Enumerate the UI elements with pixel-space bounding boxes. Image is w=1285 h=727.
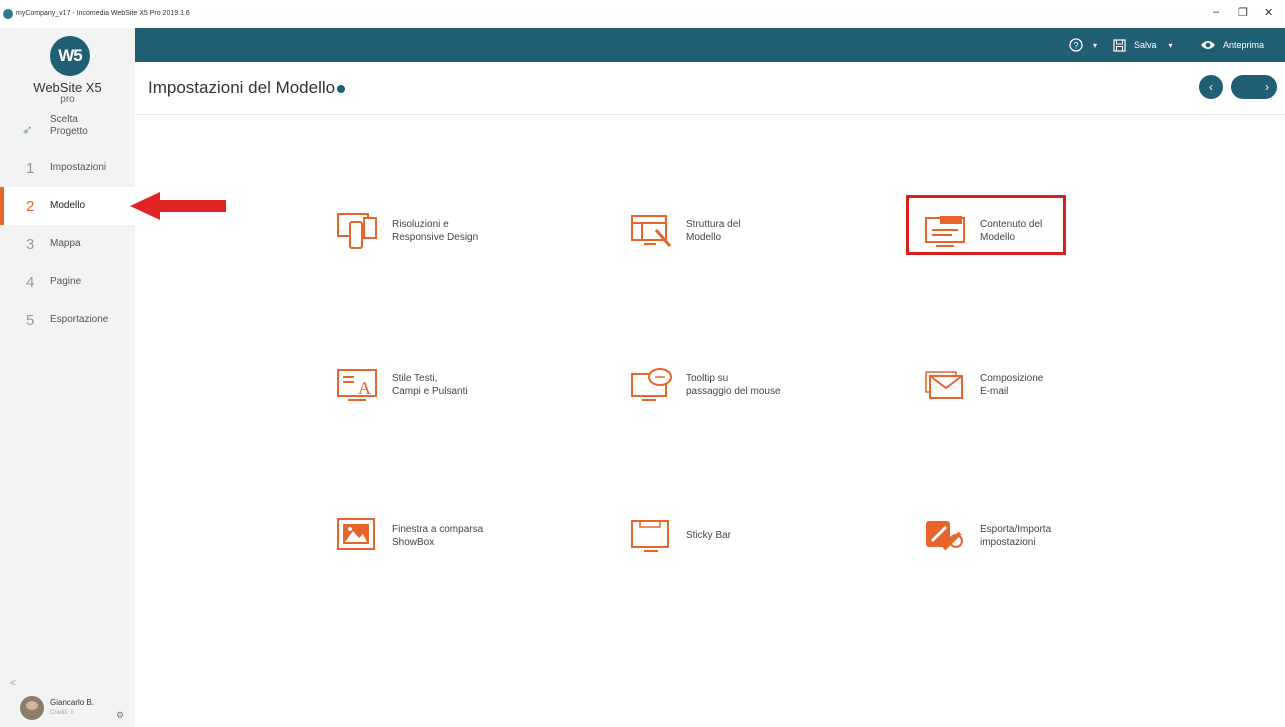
window-titlebar: myCompany_v17 - Incomedia WebSite X5 Pro… bbox=[0, 0, 1285, 28]
tile-stile-testi[interactable]: A Stile Testi, Campi e Pulsanti bbox=[336, 362, 546, 412]
tile-label: Composizione E-mail bbox=[980, 373, 1044, 397]
showbox-icon bbox=[337, 518, 375, 550]
sidebar: W5 WebSite X5 pro ➶ Scelta Progetto 1 Im… bbox=[0, 28, 135, 727]
tile-risoluzioni[interactable]: Risoluzioni e Responsive Design bbox=[336, 208, 546, 258]
sidebar-item-esportazione[interactable]: 5 Esportazione bbox=[0, 301, 135, 339]
tooltip-icon bbox=[631, 368, 672, 401]
avatar[interactable] bbox=[20, 696, 44, 720]
sidebar-item-label: Mappa bbox=[50, 238, 81, 249]
annotation-arrow-icon bbox=[130, 192, 226, 220]
tile-label: Tooltip su passaggio del mouse bbox=[686, 373, 781, 397]
tile-label: Stile Testi, Campi e Pulsanti bbox=[392, 373, 468, 397]
user-panel[interactable]: Giancarlo B. Crediti: 0 ⚙ bbox=[0, 692, 135, 727]
sidebar-item-impostazioni[interactable]: 1 Impostazioni bbox=[0, 149, 135, 187]
logo-edition: pro bbox=[60, 94, 75, 105]
sidebar-item-modello[interactable]: 2 Modello bbox=[0, 187, 135, 225]
gear-icon[interactable]: ⚙ bbox=[116, 710, 124, 721]
preview-label: Anteprima bbox=[1223, 40, 1265, 50]
page-header: Impostazioni del Modello ‹ › bbox=[135, 62, 1285, 115]
tile-showbox[interactable]: Finestra a comparsa ShowBox bbox=[336, 513, 546, 563]
next-button[interactable]: › bbox=[1231, 75, 1277, 99]
responsive-icon bbox=[337, 213, 377, 249]
sidebar-item-label: Esportazione bbox=[50, 314, 109, 325]
save-button[interactable]: Salva ▾ bbox=[1113, 28, 1173, 62]
rocket-icon: ➶ bbox=[22, 122, 33, 137]
help-icon: ? bbox=[1069, 38, 1083, 52]
chevron-left-icon: ‹ bbox=[1209, 80, 1213, 94]
tile-composizione-email[interactable]: Composizione E-mail bbox=[924, 362, 1134, 412]
highlight-annotation bbox=[906, 195, 1066, 255]
chevron-right-icon: › bbox=[1265, 80, 1269, 94]
sidebar-item-pagine[interactable]: 4 Pagine bbox=[0, 263, 135, 301]
chevron-down-icon[interactable]: ▾ bbox=[1169, 41, 1173, 50]
tile-label: Finestra a comparsa ShowBox bbox=[392, 524, 484, 548]
sidebar-item-label: Scelta Progetto bbox=[50, 114, 88, 137]
save-label: Salva bbox=[1134, 40, 1157, 50]
info-icon[interactable] bbox=[337, 85, 345, 93]
sidebar-item-mappa[interactable]: 3 Mappa bbox=[0, 225, 135, 263]
collapse-sidebar-button[interactable]: < bbox=[10, 678, 16, 689]
user-credits: Crediti: 0 bbox=[50, 710, 75, 716]
top-toolbar: ? ▾ Salva ▾ Anteprima bbox=[135, 28, 1285, 62]
tile-tooltip[interactable]: Tooltip su passaggio del mouse bbox=[630, 362, 840, 412]
tile-label: Esporta/Importa impostazioni bbox=[980, 524, 1052, 548]
sidebar-item-label: Impostazioni bbox=[50, 162, 107, 173]
chevron-down-icon: ▾ bbox=[1093, 40, 1098, 50]
tile-label: Sticky Bar bbox=[686, 530, 732, 541]
save-icon bbox=[1113, 38, 1126, 52]
email-icon bbox=[925, 371, 963, 399]
app-icon bbox=[3, 9, 13, 19]
previous-button[interactable]: ‹ bbox=[1199, 75, 1223, 99]
sidebar-item-label: Pagine bbox=[50, 276, 82, 287]
preview-button[interactable]: Anteprima bbox=[1200, 28, 1264, 62]
step-number: 5 bbox=[26, 312, 35, 329]
restore-button[interactable]: ❐ bbox=[1238, 6, 1248, 19]
user-name: Giancarlo B. bbox=[50, 698, 95, 707]
tile-label: Struttura del Modello bbox=[686, 219, 741, 243]
step-number: 2 bbox=[26, 198, 35, 215]
sticky-bar-icon bbox=[631, 520, 669, 552]
step-number: 1 bbox=[26, 160, 35, 177]
step-number: 3 bbox=[26, 236, 35, 253]
step-number: 4 bbox=[26, 274, 35, 291]
page-title: Impostazioni del Modello bbox=[148, 78, 336, 97]
svg-text:A: A bbox=[358, 378, 371, 398]
app-logo: W5 bbox=[50, 36, 90, 76]
window-title: myCompany_v17 - Incomedia WebSite X5 Pro… bbox=[16, 10, 190, 17]
tile-struttura[interactable]: Struttura del Modello bbox=[630, 208, 840, 258]
help-glyph: ? bbox=[1073, 41, 1078, 51]
tile-esporta-importa[interactable]: Esporta/Importa impostazioni bbox=[924, 513, 1134, 563]
help-button[interactable]: ? ▾ bbox=[1069, 28, 1097, 62]
tile-sticky-bar[interactable]: Sticky Bar bbox=[630, 513, 840, 563]
minimize-button[interactable]: – bbox=[1213, 6, 1219, 18]
eye-icon bbox=[1201, 41, 1215, 49]
tile-label: Risoluzioni e Responsive Design bbox=[392, 219, 479, 243]
text-style-icon: A bbox=[337, 369, 377, 401]
close-button[interactable]: ✕ bbox=[1264, 6, 1273, 19]
structure-icon bbox=[631, 215, 672, 247]
export-import-icon bbox=[926, 521, 963, 551]
logo-name: WebSite X5 bbox=[33, 80, 102, 95]
sidebar-item-scelta-progetto[interactable]: ➶ Scelta Progetto bbox=[0, 110, 135, 148]
sidebar-item-label: Modello bbox=[50, 200, 86, 211]
